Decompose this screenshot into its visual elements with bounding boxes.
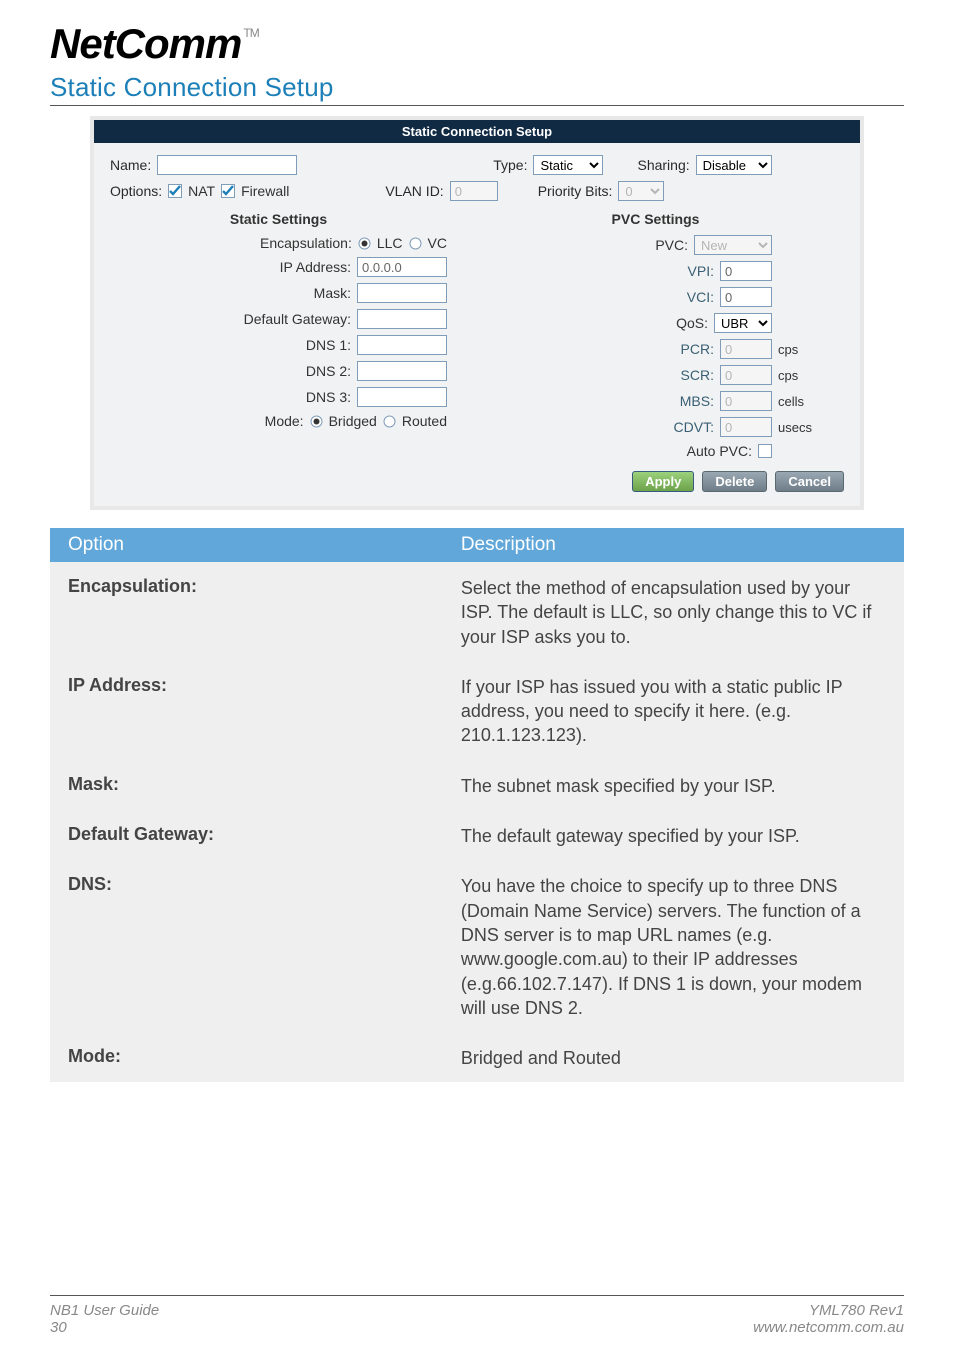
brand-logo-text: NetComm bbox=[50, 20, 241, 68]
table-row: IP Address:If your ISP has issued you wi… bbox=[50, 662, 904, 761]
footer-divider bbox=[50, 1295, 904, 1296]
table-row: Encapsulation:Select the method of encap… bbox=[50, 563, 904, 662]
table-row: DNS:You have the choice to specify up to… bbox=[50, 861, 904, 1033]
llc-radio[interactable] bbox=[358, 237, 371, 250]
cdvt-unit: usecs bbox=[778, 420, 824, 435]
footer-url: www.netcomm.com.au bbox=[753, 1319, 904, 1336]
screenshot-panel: Static Connection Setup Name: Type: Stat… bbox=[90, 116, 864, 510]
sharing-select[interactable]: Disable bbox=[696, 155, 772, 175]
pvc-select[interactable]: New bbox=[694, 235, 772, 255]
vc-option-label: VC bbox=[428, 235, 447, 251]
table-row: Default Gateway:The default gateway spec… bbox=[50, 811, 904, 861]
option-header: Option bbox=[50, 528, 443, 563]
routed-radio[interactable] bbox=[383, 415, 396, 428]
option-cell: Mask: bbox=[50, 761, 443, 811]
mask-label: Mask: bbox=[314, 285, 351, 301]
scr-label: SCR: bbox=[681, 367, 714, 383]
bridged-radio[interactable] bbox=[310, 415, 323, 428]
qos-select[interactable]: UBR bbox=[714, 313, 772, 333]
description-cell: The default gateway specified by your IS… bbox=[443, 811, 904, 861]
priority-bits-select[interactable]: 0 bbox=[618, 181, 664, 201]
pcr-unit: cps bbox=[778, 342, 824, 357]
firewall-checkbox[interactable] bbox=[221, 184, 235, 198]
mbs-input[interactable] bbox=[720, 391, 772, 411]
firewall-label: Firewall bbox=[241, 183, 289, 199]
description-cell: You have the choice to specify up to thr… bbox=[443, 861, 904, 1033]
default-gateway-label: Default Gateway: bbox=[244, 311, 351, 327]
table-row: Mode:Bridged and Routed bbox=[50, 1033, 904, 1082]
dns1-input[interactable] bbox=[357, 335, 447, 355]
dns3-label: DNS 3: bbox=[306, 389, 351, 405]
option-cell: IP Address: bbox=[50, 662, 443, 761]
scr-input[interactable] bbox=[720, 365, 772, 385]
page-title: Static Connection Setup bbox=[50, 72, 904, 103]
footer-guide-title: NB1 User Guide bbox=[50, 1302, 159, 1319]
description-cell: If your ISP has issued you with a static… bbox=[443, 662, 904, 761]
dns2-input[interactable] bbox=[357, 361, 447, 381]
auto-pvc-label: Auto PVC: bbox=[687, 443, 752, 459]
vci-label: VCI: bbox=[687, 289, 714, 305]
scr-unit: cps bbox=[778, 368, 824, 383]
static-settings-heading: Static Settings bbox=[110, 211, 447, 227]
description-header: Description bbox=[443, 528, 904, 563]
page-footer: NB1 User Guide 30 YML780 Rev1 www.netcom… bbox=[0, 1295, 954, 1336]
bridged-option-label: Bridged bbox=[329, 413, 377, 429]
description-cell: The subnet mask specified by your ISP. bbox=[443, 761, 904, 811]
vci-input[interactable] bbox=[720, 287, 772, 307]
panel-title: Static Connection Setup bbox=[94, 120, 860, 143]
priority-bits-label: Priority Bits: bbox=[538, 183, 613, 199]
type-label: Type: bbox=[493, 157, 527, 173]
option-cell: Encapsulation: bbox=[50, 563, 443, 662]
description-cell: Bridged and Routed bbox=[443, 1033, 904, 1082]
description-cell: Select the method of encapsulation used … bbox=[443, 563, 904, 662]
nat-checkbox[interactable] bbox=[168, 184, 182, 198]
mbs-label: MBS: bbox=[680, 393, 714, 409]
divider bbox=[50, 105, 904, 106]
table-row: Mask:The subnet mask specified by your I… bbox=[50, 761, 904, 811]
pvc-label: PVC: bbox=[655, 237, 688, 253]
type-select[interactable]: Static bbox=[533, 155, 603, 175]
options-label: Options: bbox=[110, 183, 162, 199]
vpi-input[interactable] bbox=[720, 261, 772, 281]
cdvt-label: CDVT: bbox=[674, 419, 714, 435]
pcr-input[interactable] bbox=[720, 339, 772, 359]
option-description-table: Option Description Encapsulation:Select … bbox=[50, 528, 904, 1082]
apply-button[interactable]: Apply bbox=[632, 471, 694, 492]
pvc-settings-heading: PVC Settings bbox=[487, 211, 824, 227]
option-cell: Mode: bbox=[50, 1033, 443, 1082]
sharing-label: Sharing: bbox=[637, 157, 689, 173]
name-input[interactable] bbox=[157, 155, 297, 175]
ip-address-label: IP Address: bbox=[280, 259, 351, 275]
llc-option-label: LLC bbox=[377, 235, 403, 251]
mbs-unit: cells bbox=[778, 394, 824, 409]
name-label: Name: bbox=[110, 157, 151, 173]
encapsulation-label: Encapsulation: bbox=[260, 235, 352, 251]
qos-label: QoS: bbox=[676, 315, 708, 331]
vpi-label: VPI: bbox=[688, 263, 714, 279]
dns1-label: DNS 1: bbox=[306, 337, 351, 353]
footer-page-number: 30 bbox=[50, 1319, 159, 1336]
pcr-label: PCR: bbox=[681, 341, 714, 357]
nat-label: NAT bbox=[188, 183, 215, 199]
cancel-button[interactable]: Cancel bbox=[775, 471, 844, 492]
option-cell: Default Gateway: bbox=[50, 811, 443, 861]
auto-pvc-checkbox[interactable] bbox=[758, 444, 772, 458]
vc-radio[interactable] bbox=[409, 237, 422, 250]
dns2-label: DNS 2: bbox=[306, 363, 351, 379]
brand-logo: NetComm TM bbox=[50, 20, 904, 68]
vlan-id-input[interactable] bbox=[450, 181, 498, 201]
cdvt-input[interactable] bbox=[720, 417, 772, 437]
routed-option-label: Routed bbox=[402, 413, 447, 429]
vlan-id-label: VLAN ID: bbox=[385, 183, 443, 199]
footer-doc-rev: YML780 Rev1 bbox=[753, 1302, 904, 1319]
delete-button[interactable]: Delete bbox=[702, 471, 767, 492]
trademark-icon: TM bbox=[243, 26, 258, 40]
mask-input[interactable] bbox=[357, 283, 447, 303]
dns3-input[interactable] bbox=[357, 387, 447, 407]
ip-address-input[interactable] bbox=[357, 257, 447, 277]
default-gateway-input[interactable] bbox=[357, 309, 447, 329]
mode-label: Mode: bbox=[265, 413, 304, 429]
option-cell: DNS: bbox=[50, 861, 443, 1033]
